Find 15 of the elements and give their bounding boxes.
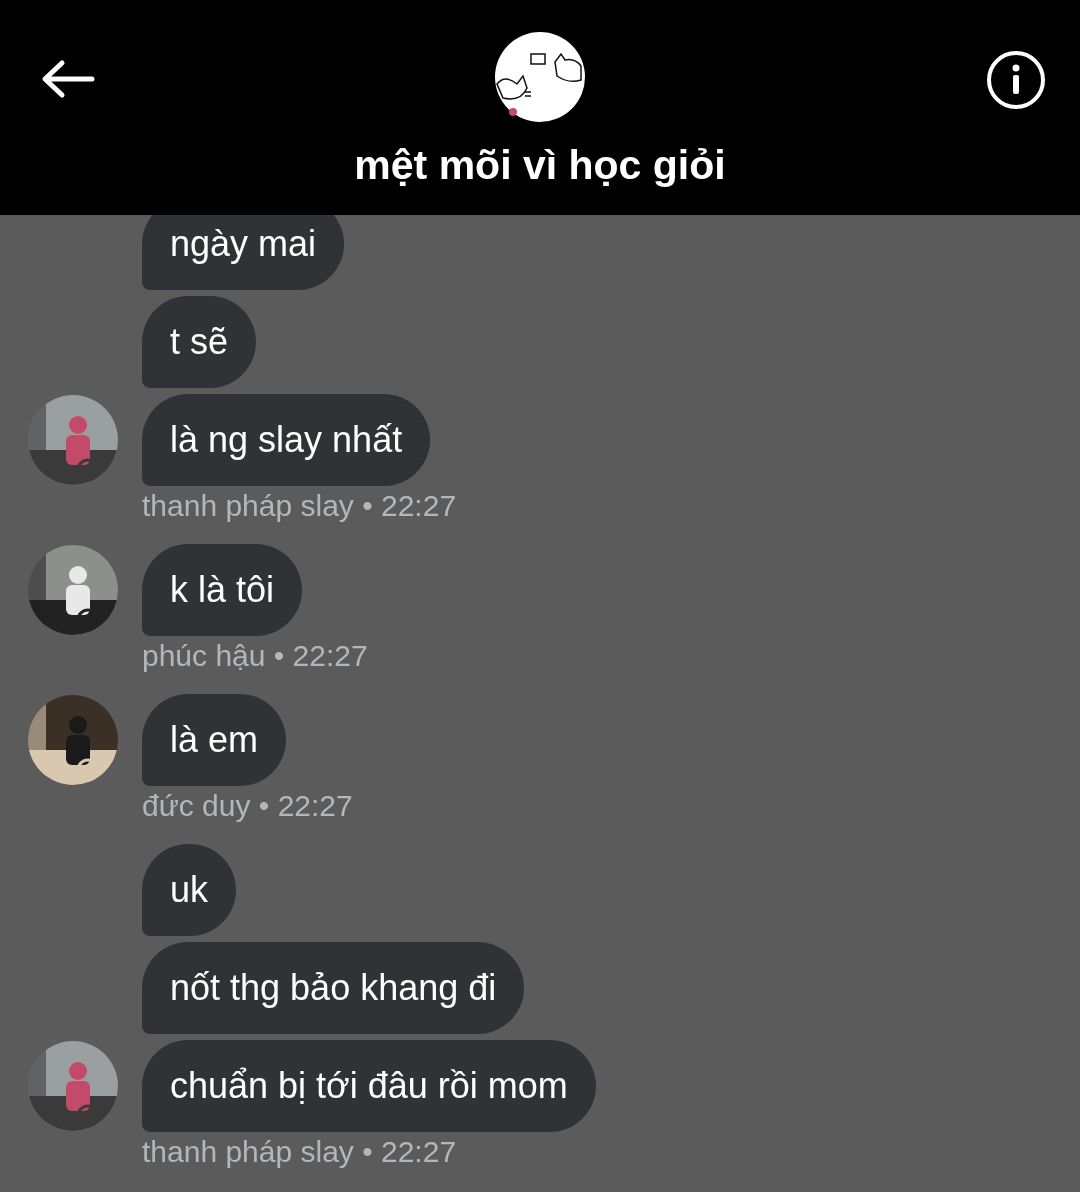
back-icon[interactable]	[40, 59, 96, 99]
message-meta: thanh pháp slay • 22:27	[141, 1134, 458, 1170]
message-meta: thanh pháp slay • 22:27	[141, 488, 458, 524]
message-bubble: là ng slay nhất	[142, 394, 431, 486]
message-bubble: t sẽ	[142, 296, 257, 388]
message-bubble: k là tôi	[142, 544, 303, 636]
message-bubble: là em	[142, 694, 287, 786]
chat-title: mệt mõi vì học giỏi	[353, 142, 727, 189]
message-bubble: nốt thg bảo khang đi	[142, 942, 525, 1034]
message-bubble: chuẩn bị tới đâu rồi mom	[142, 1040, 596, 1132]
message-meta: đức duy • 22:27	[141, 788, 354, 824]
message-bubble: uk	[142, 844, 237, 936]
message-bubble: ngày mai	[142, 215, 345, 290]
message-meta: phúc hậu • 22:27	[141, 638, 369, 674]
info-icon[interactable]	[986, 50, 1046, 110]
